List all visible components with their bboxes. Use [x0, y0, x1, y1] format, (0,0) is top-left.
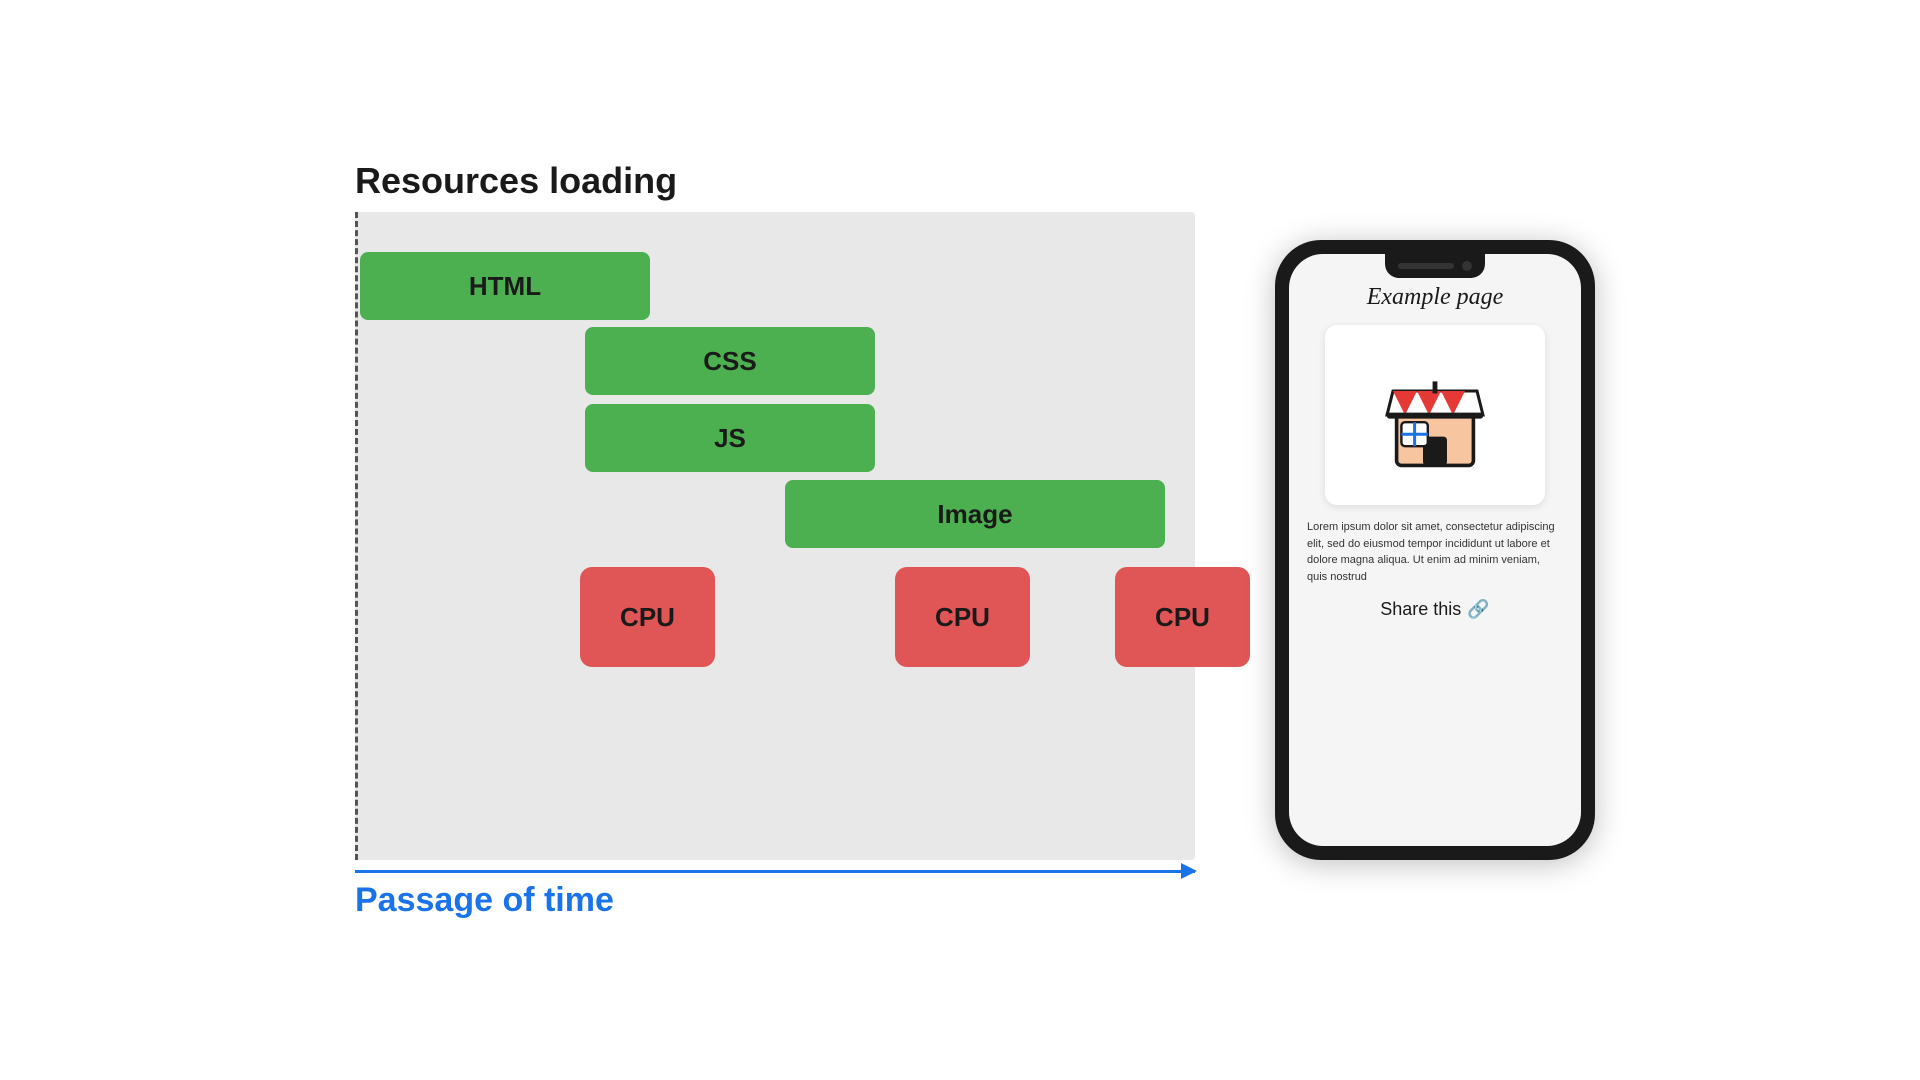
phone-notch — [1385, 254, 1485, 278]
image-bar: Image — [785, 480, 1165, 548]
diagram-chart: HTML CSS JS Image CPU CPU CPU — [355, 212, 1195, 860]
phone-page-title: Example page — [1367, 284, 1504, 311]
phone-body-text: Lorem ipsum dolor sit amet, consectetur … — [1289, 519, 1581, 585]
phone-screen: Example page — [1289, 254, 1581, 846]
share-label: Share this — [1380, 599, 1461, 620]
phone-container: Example page — [1275, 240, 1595, 840]
js-bar: JS — [585, 404, 875, 472]
phone-image-card — [1325, 325, 1545, 505]
time-arrow — [355, 870, 1195, 873]
link-icon: 🔗 — [1467, 599, 1489, 620]
phone-frame: Example page — [1275, 240, 1595, 860]
diagram-container: Resources loading HTML CSS JS Image CPU … — [325, 160, 1195, 920]
notch-speaker — [1398, 263, 1454, 269]
html-bar: HTML — [360, 252, 650, 320]
store-icon — [1375, 355, 1495, 475]
notch-camera — [1462, 261, 1472, 271]
cpu-bar-1: CPU — [580, 567, 715, 667]
phone-share-section[interactable]: Share this 🔗 — [1380, 599, 1489, 620]
time-axis — [355, 870, 1195, 873]
css-bar: CSS — [585, 327, 875, 395]
diagram-title: Resources loading — [325, 160, 1195, 202]
cpu-bar-3: CPU — [1115, 567, 1250, 667]
cpu-bar-2: CPU — [895, 567, 1030, 667]
dashed-line — [355, 212, 358, 860]
time-label: Passage of time — [325, 881, 1195, 920]
